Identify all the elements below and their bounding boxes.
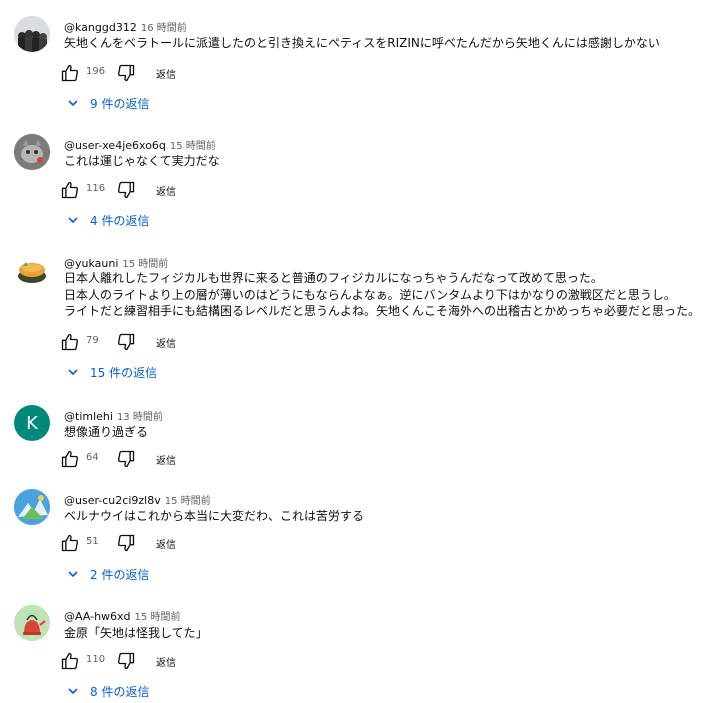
thumbs-up-icon bbox=[61, 534, 79, 552]
like-count: 79 bbox=[86, 335, 99, 346]
comment-timestamp[interactable]: 13 時間前 bbox=[117, 412, 163, 423]
crowd-avatar-image bbox=[14, 16, 50, 52]
replies-count-label: 9 件の返信 bbox=[90, 97, 150, 111]
thumbs-up-icon bbox=[61, 64, 79, 82]
comment-actions: 196 返信 bbox=[60, 63, 260, 83]
like-button[interactable] bbox=[60, 651, 82, 671]
comment-timestamp[interactable]: 15 時間前 bbox=[135, 612, 181, 623]
comment-author[interactable]: @yukauni bbox=[64, 257, 118, 270]
comment-header: @yukauni 15 時間前 bbox=[64, 252, 168, 270]
comment-author[interactable]: @user-cu2ci9zl8v bbox=[64, 494, 161, 507]
avatar[interactable] bbox=[14, 134, 50, 170]
comment-text: 想像通り過ぎる bbox=[64, 424, 148, 441]
sushi-avatar-image bbox=[14, 252, 50, 288]
comment-timestamp[interactable]: 15 時間前 bbox=[122, 259, 168, 270]
comment-header: @user-cu2ci9zl8v 15 時間前 bbox=[64, 489, 211, 507]
dislike-button[interactable] bbox=[116, 533, 138, 553]
comment-text: 矢地くんをベラトールに派遣したのと引き換えにペティスをRIZINに呼べたんだから… bbox=[64, 35, 660, 52]
comment-timestamp[interactable]: 15 時間前 bbox=[170, 141, 216, 152]
comment-text-line: 日本人離れしたフィジカルも世界に来ると普通のフィジカルになっちゃうんだなって改め… bbox=[64, 271, 603, 285]
comment-actions: 64 返信 bbox=[60, 449, 260, 469]
chevron-down-icon bbox=[68, 688, 78, 695]
avatar-letter: K bbox=[26, 412, 38, 434]
comment-text: 日本人離れしたフィジカルも世界に来ると普通のフィジカルになっちゃうんだなって改め… bbox=[64, 270, 700, 320]
thumbs-up-icon bbox=[61, 181, 79, 199]
comment-timestamp[interactable]: 16 時間前 bbox=[141, 23, 187, 34]
thumbs-down-icon bbox=[117, 333, 135, 351]
reply-button[interactable]: 返信 bbox=[156, 335, 176, 350]
thumbs-down-icon bbox=[117, 534, 135, 552]
like-button[interactable] bbox=[60, 63, 82, 83]
like-count: 116 bbox=[86, 183, 106, 194]
replies-count-label: 4 件の返信 bbox=[90, 214, 150, 228]
reply-button[interactable]: 返信 bbox=[156, 66, 176, 81]
replies-count-label: 15 件の返信 bbox=[90, 366, 158, 380]
like-button[interactable] bbox=[60, 332, 82, 352]
chevron-down-icon bbox=[68, 100, 78, 107]
like-count: 196 bbox=[86, 66, 106, 77]
like-count: 51 bbox=[86, 536, 99, 547]
comment-actions: 51 返信 bbox=[60, 533, 260, 553]
avatar[interactable]: K bbox=[14, 405, 50, 441]
like-count: 110 bbox=[86, 654, 106, 665]
comment-text-line: 日本人のライトより上の層が薄いのはどうにもならんよなぁ。逆にバンタムより下はかな… bbox=[64, 287, 676, 302]
comment-header: @kanggd312 16 時間前 bbox=[64, 16, 187, 34]
comment-text: 金原「矢地は怪我してた」 bbox=[64, 625, 208, 642]
like-button[interactable] bbox=[60, 180, 82, 200]
replies-count-label: 2 件の返信 bbox=[90, 568, 150, 582]
like-button[interactable] bbox=[60, 449, 82, 469]
dislike-button[interactable] bbox=[116, 651, 138, 671]
thumbs-up-icon bbox=[61, 450, 79, 468]
like-count: 64 bbox=[86, 452, 99, 463]
comment-actions: 79 返信 bbox=[60, 332, 260, 352]
comment-actions: 116 返信 bbox=[60, 180, 260, 200]
avatar[interactable] bbox=[14, 605, 50, 641]
avatar[interactable] bbox=[14, 489, 50, 525]
comment-text: これは運じゃなくて実力だな bbox=[64, 153, 220, 170]
comment-timestamp[interactable]: 15 時間前 bbox=[165, 496, 211, 507]
avatar[interactable] bbox=[14, 252, 50, 288]
avatar[interactable] bbox=[14, 16, 50, 52]
comment-header: @timlehi 13 時間前 bbox=[64, 405, 163, 423]
comment-text-line: ベルナウイはこれから本当に大変だわ、これは苦労する bbox=[64, 509, 365, 523]
reply-button[interactable]: 返信 bbox=[156, 183, 176, 198]
comment-text-line: これは運じゃなくて実力だな bbox=[64, 154, 220, 168]
thumbs-down-icon bbox=[117, 64, 135, 82]
dislike-button[interactable] bbox=[116, 449, 138, 469]
thumbs-down-icon bbox=[117, 181, 135, 199]
comment-header: @AA-hw6xd 15 時間前 bbox=[64, 605, 181, 623]
comment-text-line: 金原「矢地は怪我してた」 bbox=[64, 626, 208, 640]
reply-button[interactable]: 返信 bbox=[156, 654, 176, 669]
comment-text: ベルナウイはこれから本当に大変だわ、これは苦労する bbox=[64, 508, 364, 525]
comment-actions: 110 返信 bbox=[60, 651, 260, 671]
comment-text-line: 矢地くんをベラトールに派遣したのと引き換えにペティスをRIZINに呼べたんだから… bbox=[64, 36, 660, 50]
comment-text-line: ライトだと練習相手にも結構困るレベルだと思うんよね。矢地くんこそ海外への出稽古と… bbox=[64, 304, 701, 318]
chevron-down-icon bbox=[68, 369, 78, 376]
kettle-avatar-image bbox=[14, 605, 50, 641]
comment-author[interactable]: @timlehi bbox=[64, 410, 113, 423]
bird-avatar-image bbox=[14, 489, 50, 525]
comment-author[interactable]: @kanggd312 bbox=[64, 21, 137, 34]
cat-avatar-image bbox=[14, 134, 50, 170]
dislike-button[interactable] bbox=[116, 180, 138, 200]
replies-count-label: 8 件の返信 bbox=[90, 685, 150, 699]
thumbs-down-icon bbox=[117, 450, 135, 468]
thumbs-up-icon bbox=[61, 333, 79, 351]
dislike-button[interactable] bbox=[116, 332, 138, 352]
thumbs-down-icon bbox=[117, 652, 135, 670]
reply-button[interactable]: 返信 bbox=[156, 536, 176, 551]
comment-header: @user-xe4je6xo6q 15 時間前 bbox=[64, 134, 216, 152]
chevron-down-icon bbox=[68, 217, 78, 224]
dislike-button[interactable] bbox=[116, 63, 138, 83]
comment-author[interactable]: @AA-hw6xd bbox=[64, 610, 131, 623]
comment-author[interactable]: @user-xe4je6xo6q bbox=[64, 139, 166, 152]
comment-text-line: 想像通り過ぎる bbox=[64, 425, 149, 439]
like-button[interactable] bbox=[60, 533, 82, 553]
reply-button[interactable]: 返信 bbox=[156, 452, 176, 467]
chevron-down-icon bbox=[68, 571, 78, 578]
thumbs-up-icon bbox=[61, 652, 79, 670]
